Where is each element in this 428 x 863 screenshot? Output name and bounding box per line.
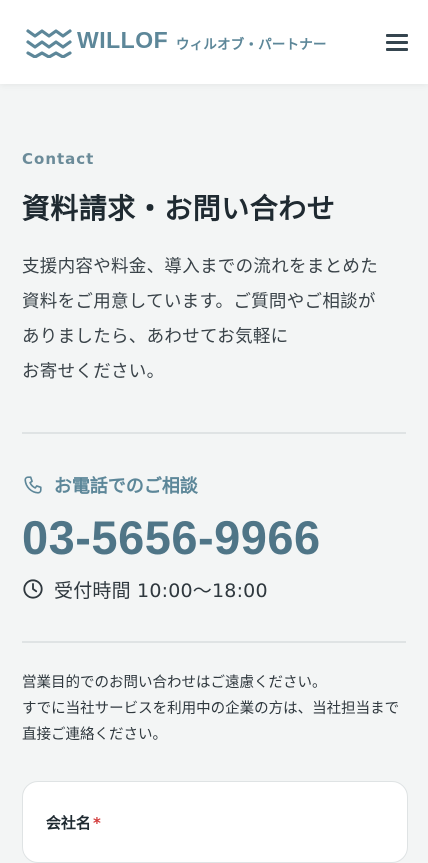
phone-number-link[interactable]: 03-5656-9966 bbox=[22, 510, 321, 565]
notice-line: 直接ご連絡ください。 bbox=[22, 727, 167, 743]
logo-wordmark[interactable]: WILLOF bbox=[77, 27, 168, 54]
section-eyebrow: Contact bbox=[22, 150, 95, 168]
divider bbox=[22, 432, 406, 434]
clock-icon bbox=[23, 579, 43, 599]
hamburger-icon[interactable] bbox=[386, 34, 408, 52]
notice-text: 営業目的でのお問い合わせはご遠慮ください。 すでに当社サービスを利用中の企業の方… bbox=[22, 670, 412, 748]
company-name-label-text: 会社名 bbox=[46, 814, 92, 832]
intro-text: 支援内容や料金、導入までの流れをまとめた 資料をご用意しています。ご質問やご相談… bbox=[22, 250, 406, 390]
notice-line: すでに当社サービスを利用中の企業の方は、当社担当まで bbox=[22, 701, 400, 717]
intro-line: 資料をご用意しています。ご質問やご相談が bbox=[22, 292, 376, 312]
required-mark: * bbox=[93, 814, 101, 832]
phone-label: お電話でのご相談 bbox=[54, 476, 198, 497]
contact-form-card: 会社名 * bbox=[22, 781, 408, 863]
intro-line: ありましたら、あわせてお気軽に bbox=[22, 327, 289, 347]
divider bbox=[22, 641, 406, 643]
business-hours: 受付時間 10:00〜18:00 bbox=[22, 575, 268, 603]
page-title: 資料請求・お問い合わせ bbox=[22, 192, 336, 225]
notice-line: 営業目的でのお問い合わせはご遠慮ください。 bbox=[22, 675, 327, 691]
logo-subtitle[interactable]: ウィルオブ・パートナー bbox=[176, 33, 327, 53]
phone-consult-heading: お電話でのご相談 bbox=[22, 472, 198, 498]
site-header: WILLOF ウィルオブ・パートナー bbox=[0, 0, 428, 84]
intro-line: お寄せください。 bbox=[22, 362, 165, 382]
logo-waves-icon[interactable] bbox=[26, 26, 72, 58]
company-name-label: 会社名 * bbox=[46, 812, 101, 833]
hours-text: 受付時間 10:00〜18:00 bbox=[54, 579, 268, 602]
phone-icon bbox=[24, 476, 42, 494]
intro-line: 支援内容や料金、導入までの流れをまとめた bbox=[22, 257, 378, 277]
